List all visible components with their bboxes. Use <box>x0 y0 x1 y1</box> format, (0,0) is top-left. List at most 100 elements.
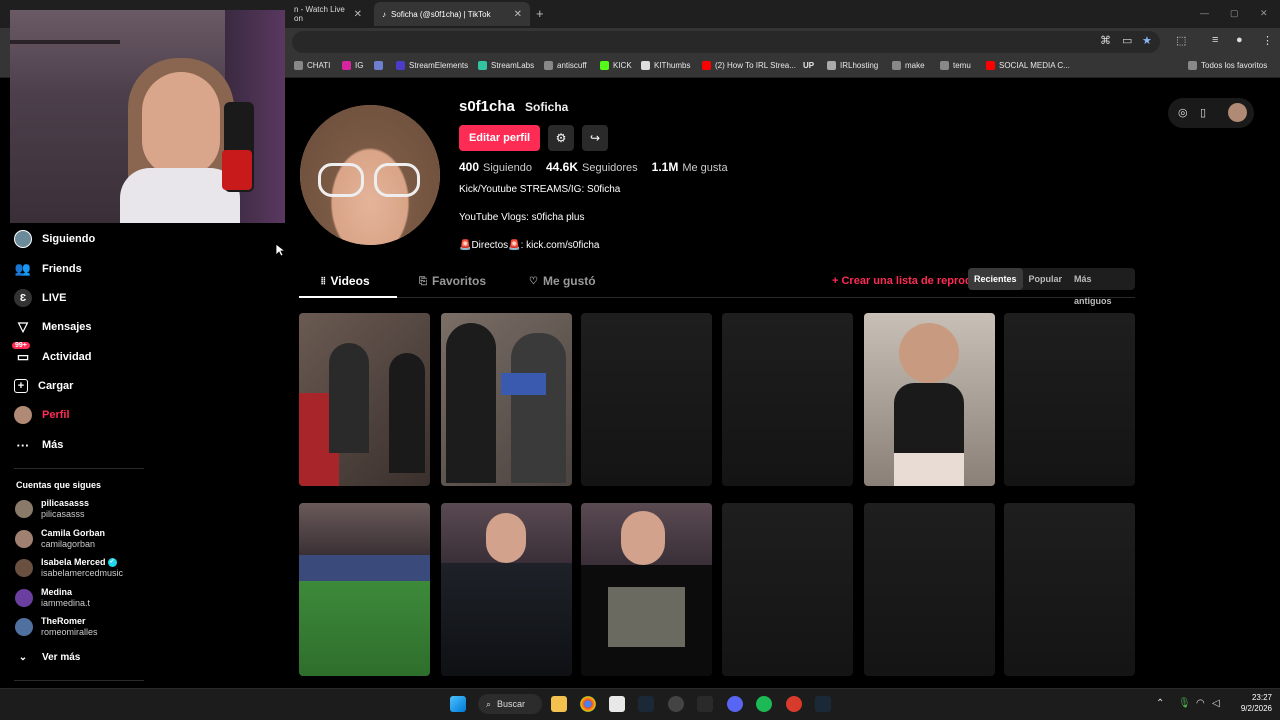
bookmark-up-icon[interactable]: UP <box>803 61 814 70</box>
video-thumbnail[interactable] <box>581 503 712 676</box>
compass-icon[interactable]: ◎ <box>1178 106 1188 119</box>
video-thumbnail[interactable] <box>864 313 995 486</box>
wifi-icon[interactable]: ◠ <box>1196 698 1205 709</box>
bookmark-item[interactable]: CHATI <box>294 61 330 70</box>
steam-icon[interactable] <box>638 696 654 712</box>
video-thumbnail[interactable] <box>299 503 430 676</box>
video-thumbnail[interactable] <box>299 313 430 486</box>
bookmark-item[interactable]: temu <box>940 61 971 70</box>
bookmark-item[interactable]: SOCIAL MEDIA C... <box>986 61 1070 70</box>
browser-tab-tiktok[interactable]: ♪ Soficha (@s0f1cha) | TikTok ✕ <box>374 2 530 26</box>
maximize-icon[interactable]: ▢ <box>1230 8 1239 19</box>
following-account[interactable]: pilicasasss pilicasasss <box>15 498 89 520</box>
minimize-icon[interactable]: — <box>1200 8 1209 18</box>
cast-icon[interactable]: ▭ <box>1122 34 1132 47</box>
bookmark-favicon-icon <box>892 61 901 70</box>
video-thumbnail-loading[interactable] <box>722 503 853 676</box>
app-notification-icon[interactable] <box>786 696 802 712</box>
video-thumbnail-loading[interactable] <box>1004 313 1135 486</box>
video-thumbnail[interactable] <box>441 503 572 676</box>
obs-icon[interactable] <box>668 696 684 712</box>
sort-mas-antiguos[interactable]: Más antiguos <box>1068 268 1135 306</box>
taskbar-clock[interactable]: 23:27 9/2/2026 <box>1232 692 1272 714</box>
see-more-button[interactable]: ⌄ Ver más <box>14 646 81 668</box>
user-avatar-icon[interactable] <box>1228 103 1247 122</box>
sidebar-item-mas[interactable]: ··· Más <box>14 434 64 456</box>
close-tab-icon[interactable]: ✕ <box>514 9 522 20</box>
bookmark-item[interactable]: (2) How To IRL Strea... <box>702 61 796 70</box>
discord-icon[interactable] <box>727 696 743 712</box>
search-icon: ⌕ <box>486 698 492 709</box>
edit-profile-button[interactable]: Editar perfil <box>459 125 540 151</box>
phone-icon[interactable]: ▯ <box>1200 106 1206 119</box>
bookmark-favicon-icon <box>986 61 995 70</box>
account-avatar-icon[interactable]: ● <box>1236 34 1243 46</box>
tab-videos[interactable]: ⦙⦙ Videos <box>321 274 370 288</box>
video-thumbnail-loading[interactable] <box>722 313 853 486</box>
profile-stats: 400 Siguiendo 44.6K Seguidores 1.1M Me gust… <box>459 160 728 174</box>
bookmark-item[interactable]: Todos los favoritos <box>1188 61 1267 70</box>
tab-favoritos[interactable]: ⎘ Favoritos <box>419 274 486 288</box>
profile-avatar[interactable] <box>300 105 440 245</box>
sidebar-item-friends[interactable]: 👥 Friends <box>14 258 82 280</box>
file-explorer-icon[interactable] <box>551 696 567 712</box>
stat-label: Seguidores <box>582 162 638 174</box>
bookmark-item[interactable]: KICK <box>600 61 632 70</box>
bookmark-item[interactable]: StreamElements <box>396 61 468 70</box>
translate-icon[interactable]: ⌘ <box>1100 34 1111 47</box>
close-tab-icon[interactable]: ✕ <box>354 9 362 20</box>
sort-recientes[interactable]: Recientes <box>968 268 1023 290</box>
media-icon[interactable]: ≡ <box>1212 34 1218 46</box>
sidebar-item-perfil[interactable]: Perfil <box>14 404 70 426</box>
star-icon[interactable]: ★ <box>1142 34 1152 47</box>
tab-label: Me gustó <box>542 274 596 288</box>
sort-popular[interactable]: Popular <box>1023 268 1069 290</box>
windows-start-icon[interactable] <box>450 696 466 712</box>
microphone-icon[interactable]: 🎙 <box>1178 698 1191 709</box>
capcut-icon[interactable] <box>609 696 625 712</box>
bookmark-item[interactable]: KIThumbs <box>641 61 690 70</box>
steam-icon[interactable] <box>815 696 831 712</box>
browser-tab-live[interactable]: n - Watch Live on ✕ <box>286 2 370 26</box>
sidebar-item-actividad[interactable]: ▭ 99+ Actividad <box>12 342 92 368</box>
address-bar[interactable] <box>292 31 1160 53</box>
following-account[interactable]: Camila Gorban camilagorban <box>15 528 105 550</box>
new-tab-button[interactable]: + <box>536 6 544 21</box>
active-tab-indicator <box>299 296 397 298</box>
spotify-icon[interactable] <box>756 696 772 712</box>
sidebar-item-cargar[interactable]: + Cargar <box>14 375 73 397</box>
tab-me-gusto[interactable]: ♡ Me gustó <box>529 274 596 288</box>
sidebar-item-live[interactable]: Ɛ LIVE <box>14 287 66 309</box>
bio-link[interactable]: 🚨Directos🚨: kick.com/s0ficha <box>459 240 600 251</box>
following-account[interactable]: TheRomer romeomiralles <box>15 616 98 638</box>
sidebar-item-siguiendo[interactable]: Siguiendo <box>14 228 95 250</box>
video-thumbnail[interactable] <box>441 313 572 486</box>
video-thumbnail-loading[interactable] <box>1004 503 1135 676</box>
chrome-icon[interactable] <box>580 696 596 712</box>
video-thumbnail-loading[interactable] <box>864 503 995 676</box>
bookmark-item[interactable]: make <box>892 61 925 70</box>
sidebar-item-mensajes[interactable]: ▽ Mensajes <box>14 316 92 338</box>
extensions-icon[interactable]: ⬚ <box>1176 34 1186 47</box>
bookmark-item[interactable]: IRLhosting <box>827 61 878 70</box>
video-thumbnail-loading[interactable] <box>581 313 712 486</box>
bookmark-item[interactable]: IG <box>342 61 363 70</box>
stat-following[interactable]: 400 Siguiendo <box>459 160 532 174</box>
following-account[interactable]: Medina iammedina.t <box>15 587 90 609</box>
verified-badge-icon: ✓ <box>107 558 117 568</box>
account-name-text: Medina <box>41 587 73 597</box>
epic-games-icon[interactable] <box>697 696 713 712</box>
tray-chevron-icon[interactable]: ⌃ <box>1156 698 1164 709</box>
bookmark-item[interactable] <box>374 61 387 70</box>
menu-icon[interactable]: ⋮ <box>1262 34 1273 47</box>
share-icon[interactable]: ↪ <box>582 125 608 151</box>
taskbar-search[interactable]: ⌕ Buscar <box>478 694 542 714</box>
volume-icon[interactable]: ◁ <box>1212 698 1220 709</box>
account-username: romeomiralles <box>41 627 98 637</box>
following-account[interactable]: Isabela Merced ✓ isabelamercedmusic <box>15 557 123 579</box>
bookmark-item[interactable]: antiscuff <box>544 61 587 70</box>
stat-followers[interactable]: 44.6K Seguidores <box>546 160 638 174</box>
settings-icon[interactable]: ⚙ <box>548 125 574 151</box>
close-window-icon[interactable]: ✕ <box>1260 8 1268 19</box>
bookmark-item[interactable]: StreamLabs <box>478 61 534 70</box>
